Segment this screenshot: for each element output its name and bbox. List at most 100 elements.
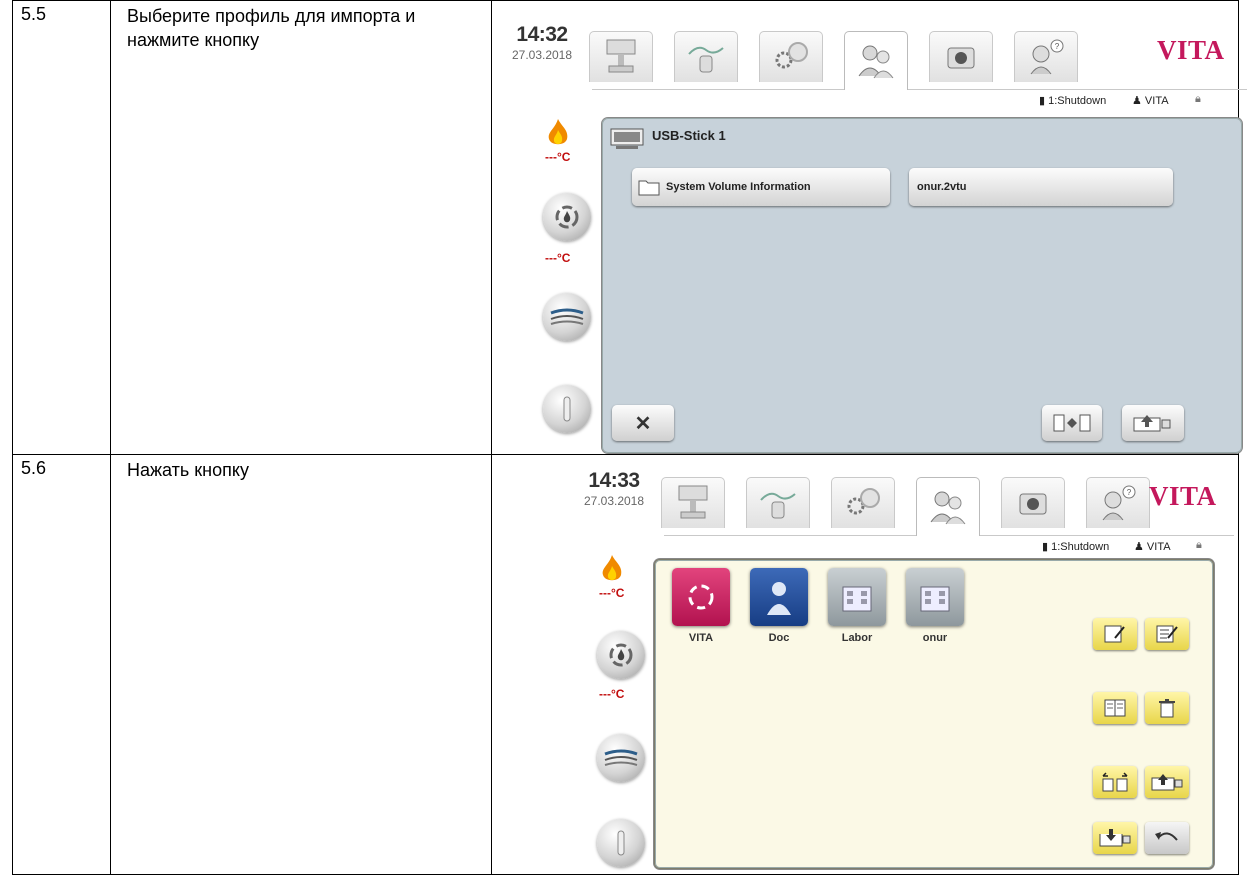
import-icon: [1133, 415, 1171, 432]
new-profile-button[interactable]: [1093, 618, 1137, 650]
cooling-temp: ---°C: [599, 687, 625, 701]
flame-icon: [545, 118, 571, 153]
cooling-temp: ---°C: [545, 251, 571, 265]
exchange-profile-button[interactable]: [1093, 766, 1137, 798]
profiles-panel: VITA Doc Labor onur: [654, 559, 1214, 869]
user-label: VITA: [1144, 95, 1169, 107]
profile-label: Doc: [768, 632, 790, 644]
user-label: VITA: [1146, 541, 1171, 553]
tab-settings[interactable]: [759, 31, 823, 82]
cooling-icon[interactable]: [597, 631, 645, 679]
exchange-icon: [1102, 772, 1128, 792]
profile-vita[interactable]: VITA: [669, 568, 733, 644]
profile-file-label: onur.2vtu: [917, 181, 967, 193]
shutdown-label: 1:Shutdown: [1051, 541, 1110, 553]
svg-text:?: ?: [1055, 42, 1060, 51]
tab-furnace[interactable]: [589, 31, 653, 82]
profile-file-button[interactable]: onur.2vtu: [909, 168, 1173, 206]
doctor-profile-icon: [750, 568, 808, 626]
delete-profile-button[interactable]: [1145, 692, 1189, 724]
import-profile-button[interactable]: [1093, 822, 1137, 854]
user-status: ♟ VITA: [1132, 95, 1169, 107]
tab-settings[interactable]: [831, 477, 895, 528]
flame-icon: [599, 554, 625, 589]
copy-profile-button[interactable]: [1093, 692, 1137, 724]
screenshot-cell: 14:32 27.03.2018 ? VITA ▮ 1:Shutdown ♟ V…: [491, 0, 1247, 455]
help-tab-icon: ?: [1030, 39, 1064, 75]
lock-icon: 🔒︎: [1195, 93, 1201, 105]
undo-arrow-icon: [1155, 832, 1178, 841]
users-tab-icon: [858, 45, 894, 79]
furnace-temp: ---°C: [599, 586, 625, 600]
profile-onur[interactable]: onur: [903, 568, 967, 644]
profile-labor[interactable]: Labor: [825, 568, 889, 644]
transfer-button[interactable]: [1042, 405, 1102, 441]
settings-gears-tab-icon: [847, 488, 880, 515]
users-tab-icon: [930, 491, 966, 525]
svg-text:?: ?: [1127, 488, 1132, 497]
copy-document-icon: [1104, 699, 1126, 717]
vacuum-icon[interactable]: [597, 734, 645, 782]
new-document-icon: [1104, 625, 1125, 643]
export-profile-button[interactable]: [1145, 766, 1189, 798]
edit-document-icon: [1156, 625, 1178, 643]
vita-logo: VITA: [1149, 481, 1217, 511]
furnace-tab-icon: [606, 39, 636, 73]
tab-users[interactable]: [844, 31, 908, 90]
status-bar: ▮ 1:Shutdown ♟ VITA 🔒︎: [592, 89, 1247, 112]
user-status: ♟ VITA: [1134, 541, 1171, 553]
folder-icon: [638, 180, 660, 196]
profile-doc[interactable]: Doc: [747, 568, 811, 644]
folder-button[interactable]: System Volume Information: [632, 168, 890, 206]
trash-icon: [1159, 699, 1175, 718]
profile-label: Labor: [841, 632, 873, 644]
step-number: 5.6: [12, 454, 111, 875]
lock-icon: 🔒︎: [1196, 539, 1202, 551]
folder-label: System Volume Information: [666, 181, 811, 193]
instruction-table: 5.5 Выберите профиль для импорта и нажми…: [12, 0, 1247, 875]
vacuum-icon[interactable]: [543, 293, 591, 341]
edit-profile-button[interactable]: [1145, 618, 1189, 650]
step-number: 5.5: [12, 0, 111, 455]
step-instruction: Выберите профиль для импорта и нажмите к…: [110, 0, 492, 455]
profile-label: onur: [922, 632, 948, 644]
tab-help[interactable]: ?: [1086, 477, 1150, 528]
vita-profile-icon: [672, 568, 730, 626]
program-curve-tab-icon: [688, 46, 724, 73]
tab-programs[interactable]: [746, 477, 810, 528]
program-curve-tab-icon: [760, 492, 796, 519]
export-icon: [1151, 774, 1183, 791]
back-button[interactable]: [1145, 822, 1189, 854]
furnace-tab-icon: [678, 485, 708, 519]
device-screen: 14:32 27.03.2018 ? VITA ▮ 1:Shutdown ♟ V…: [507, 23, 1247, 453]
device-name: USB-Stick 1: [652, 128, 726, 143]
shutdown-status: ▮ 1:Shutdown: [1039, 95, 1107, 107]
tab-help[interactable]: ?: [1014, 31, 1078, 82]
cancel-button[interactable]: ✕: [612, 405, 674, 441]
import-icon: [1099, 829, 1131, 847]
cooling-icon[interactable]: [543, 193, 591, 241]
tab-camera[interactable]: [1001, 477, 1065, 528]
clock-date: 27.03.2018: [511, 48, 573, 62]
tab-furnace[interactable]: [661, 477, 725, 528]
clock-time: 14:32: [516, 23, 568, 46]
help-tab-icon: ?: [1102, 485, 1136, 521]
tab-programs[interactable]: [674, 31, 738, 82]
import-button[interactable]: [1122, 405, 1184, 441]
close-icon: ✕: [634, 412, 652, 435]
tab-users[interactable]: [916, 477, 980, 536]
settings-gears-tab-icon: [775, 42, 808, 69]
camera-tab-icon: [1019, 493, 1047, 515]
power-icon[interactable]: [543, 385, 591, 433]
tab-camera[interactable]: [929, 31, 993, 82]
vita-logo: VITA: [1157, 35, 1225, 65]
table-row: 5.6 Нажать кнопку 14:33 27.03.2018 ? VIT…: [12, 454, 1239, 875]
clock-time: 14:33: [588, 469, 640, 492]
profile-label: VITA: [688, 632, 714, 644]
lab-building-icon: [906, 568, 964, 626]
furnace-temp: ---°C: [545, 150, 571, 164]
clock: 14:33 27.03.2018: [579, 469, 649, 508]
step-instruction: Нажать кнопку: [110, 454, 492, 875]
clock: 14:32 27.03.2018: [507, 23, 577, 62]
power-icon[interactable]: [597, 819, 645, 867]
